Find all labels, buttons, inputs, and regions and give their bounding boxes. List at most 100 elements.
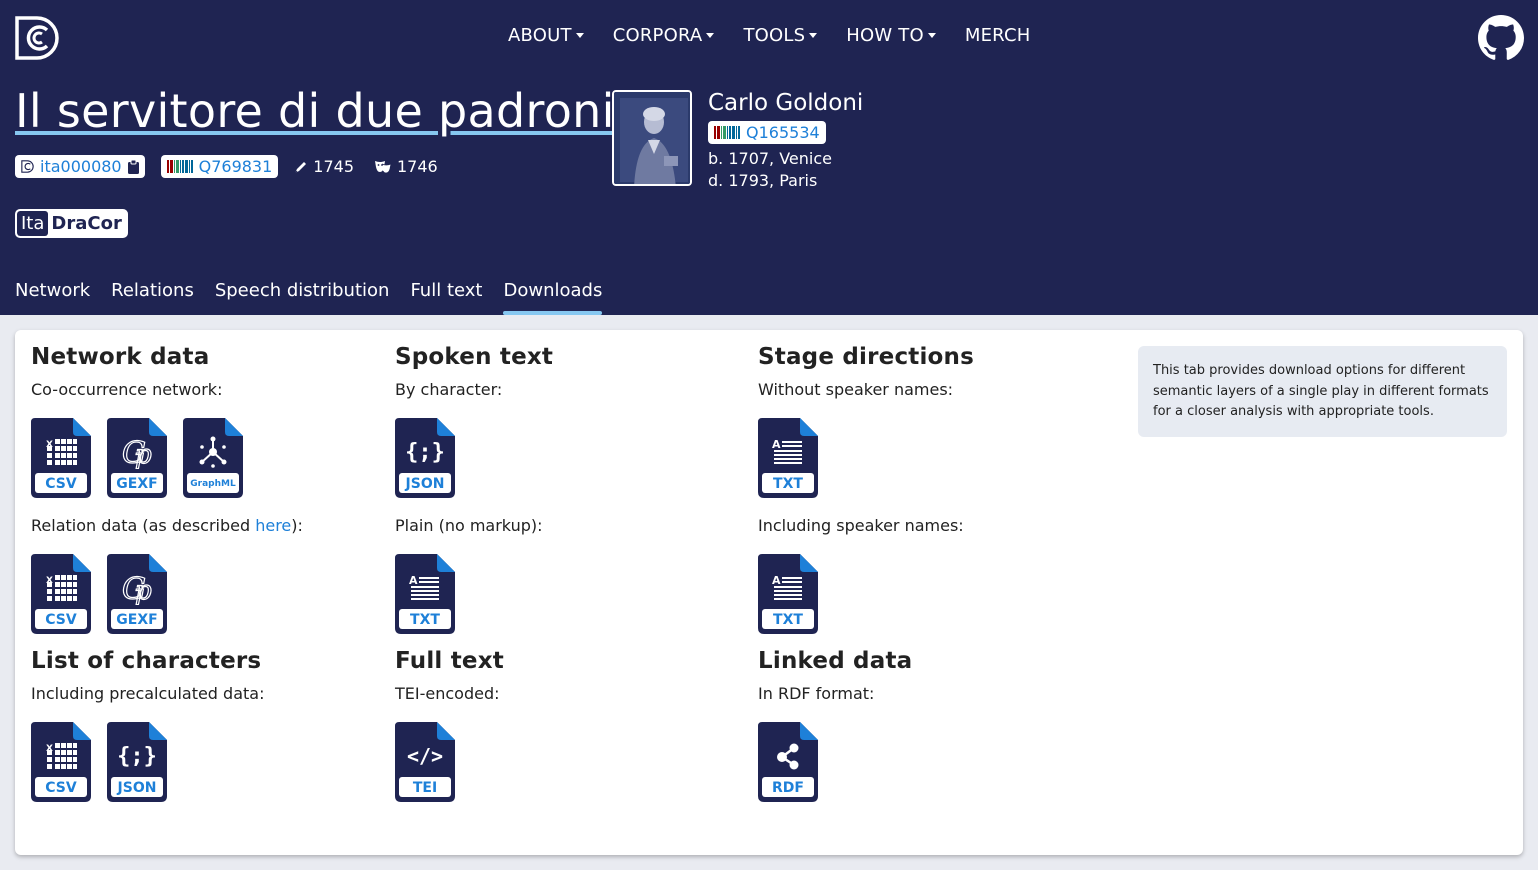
download-spoken-json-button[interactable]: {;} JSON [395, 418, 455, 498]
spreadsheet-icon: X [31, 736, 91, 776]
download-stage-speakers-txt-button[interactable]: A TXT [758, 554, 818, 634]
github-icon[interactable] [1478, 15, 1524, 61]
by-character-label: By character: [395, 380, 503, 399]
including-speakers-label: Including speaker names: [758, 516, 964, 535]
author-wikidata-link[interactable]: Q165534 [746, 123, 820, 142]
relation-downloads: X CSV Gp GEXF [31, 554, 183, 634]
dracor-id-link[interactable]: ita000080 [40, 157, 122, 176]
wikidata-chip: Q769831 [160, 155, 279, 178]
svg-text:</>: </> [407, 744, 443, 768]
premiere-year-value: 1746 [397, 157, 438, 176]
stage-title: Stage directions [758, 344, 975, 370]
svg-text:{;}: {;} [407, 440, 443, 465]
caret-down-icon [575, 33, 584, 38]
spoken-section: Spoken text [395, 344, 553, 370]
spreadsheet-icon: X [31, 432, 91, 472]
wikidata-link[interactable]: Q769831 [199, 157, 273, 176]
author-name: Carlo Goldoni [708, 90, 864, 116]
download-characters-csv-button[interactable]: X CSV [31, 722, 91, 802]
nav-tools[interactable]: TOOLS [743, 25, 818, 46]
linked-downloads: RDF [758, 722, 834, 802]
nav-corpora[interactable]: CORPORA [613, 25, 715, 46]
fulltext-label: TEI-encoded: [395, 684, 500, 703]
download-characters-json-button[interactable]: {;} JSON [107, 722, 167, 802]
wikidata-barcode-icon [166, 160, 193, 173]
play-tabs: Network Relations Speech distribution Fu… [15, 280, 623, 315]
nav-about[interactable]: ABOUT [508, 25, 584, 46]
file-format-label: TXT [773, 612, 803, 628]
download-tei-button[interactable]: </> TEI [395, 722, 455, 802]
download-stage-txt-button[interactable]: A TXT [758, 418, 818, 498]
nav-howto[interactable]: HOW TO [846, 25, 936, 46]
file-format-label: CSV [45, 476, 77, 492]
tab-speech-distribution[interactable]: Speech distribution [215, 280, 390, 315]
relation-label-suffix: ): [291, 516, 303, 535]
download-graphml-button[interactable]: GraphML [183, 418, 243, 498]
tab-relations[interactable]: Relations [111, 280, 194, 315]
plain-label: Plain (no markup): [395, 516, 543, 535]
cooccurrence-label: Co-occurrence network: [31, 380, 223, 399]
caret-down-icon [706, 33, 715, 38]
clipboard-icon[interactable] [127, 159, 139, 174]
pen-icon [294, 161, 307, 173]
plain-downloads: A TXT [395, 554, 471, 634]
nav-tools-label: TOOLS [743, 25, 806, 46]
cooccurrence-downloads: X CSV Gp GEXF GraphML [31, 418, 259, 498]
download-csv-button[interactable]: X CSV [31, 418, 91, 498]
author-died: d. 1793, Paris [708, 171, 818, 190]
nav-merch-label: MERCH [964, 25, 1031, 46]
page-header: ABOUT CORPORA TOOLS HOW TO MERCH Il serv… [0, 0, 1538, 315]
file-format-label: GEXF [116, 612, 158, 628]
download-relations-gexf-button[interactable]: Gp GEXF [107, 554, 167, 634]
nav-merch[interactable]: MERCH [965, 25, 1031, 46]
file-format-label: CSV [45, 780, 77, 796]
file-format-label: TEI [412, 780, 438, 796]
spreadsheet-icon: X [31, 568, 91, 608]
written-year: 1745 [294, 157, 354, 176]
characters-downloads: X CSV {;} JSON [31, 722, 183, 802]
tab-full-text[interactable]: Full text [410, 280, 482, 315]
file-format-label: TXT [773, 476, 803, 492]
without-speakers-label: Without speaker names: [758, 380, 954, 399]
download-relations-csv-button[interactable]: X CSV [31, 554, 91, 634]
file-format-label: CSV [45, 612, 77, 628]
text-document-icon: A [758, 568, 818, 608]
nav-howto-label: HOW TO [846, 25, 924, 46]
fulltext-section: Full text [395, 648, 504, 674]
gephi-icon: Gp [107, 568, 167, 608]
dracor-id-chip: ita000080 [15, 155, 145, 178]
json-braces-icon: {;} [395, 432, 455, 472]
author-born: b. 1707, Venice [708, 149, 832, 168]
stage-section: Stage directions [758, 344, 974, 370]
dracor-small-icon [21, 160, 34, 173]
download-spoken-txt-button[interactable]: A TXT [395, 554, 455, 634]
nav-corpora-label: CORPORA [612, 25, 703, 46]
file-format-label: GraphML [190, 479, 236, 489]
tab-downloads[interactable]: Downloads [503, 280, 602, 315]
file-format-label: JSON [117, 780, 157, 796]
file-format-label: RDF [772, 780, 804, 796]
svg-text:A: A [772, 438, 781, 451]
file-format-label: TXT [410, 612, 440, 628]
file-format-label: JSON [405, 476, 445, 492]
dracor-logo-icon[interactable] [14, 15, 60, 61]
network-section: Network data [31, 344, 209, 370]
play-title: Il servitore di due padroni [15, 84, 615, 138]
linked-label: In RDF format: [758, 684, 875, 703]
relation-label-prefix: Relation data (as described [31, 516, 256, 535]
characters-title: List of characters [31, 648, 262, 674]
corpus-name: DraCor [51, 213, 122, 234]
linked-section: Linked data [758, 648, 912, 674]
relation-label: Relation data (as described here): [31, 516, 303, 535]
corpus-badge[interactable]: Ita DraCor [15, 209, 128, 238]
play-meta: ita000080 Q769831 1745 1746 [15, 155, 458, 178]
characters-section: List of characters [31, 648, 261, 674]
relation-here-link[interactable]: here [255, 516, 291, 535]
download-gexf-button[interactable]: Gp GEXF [107, 418, 167, 498]
gephi-icon: Gp [107, 432, 167, 472]
fulltext-title: Full text [395, 648, 504, 674]
linked-title: Linked data [758, 648, 913, 674]
svg-text:p: p [135, 440, 152, 469]
tab-network[interactable]: Network [15, 280, 90, 315]
download-rdf-button[interactable]: RDF [758, 722, 818, 802]
